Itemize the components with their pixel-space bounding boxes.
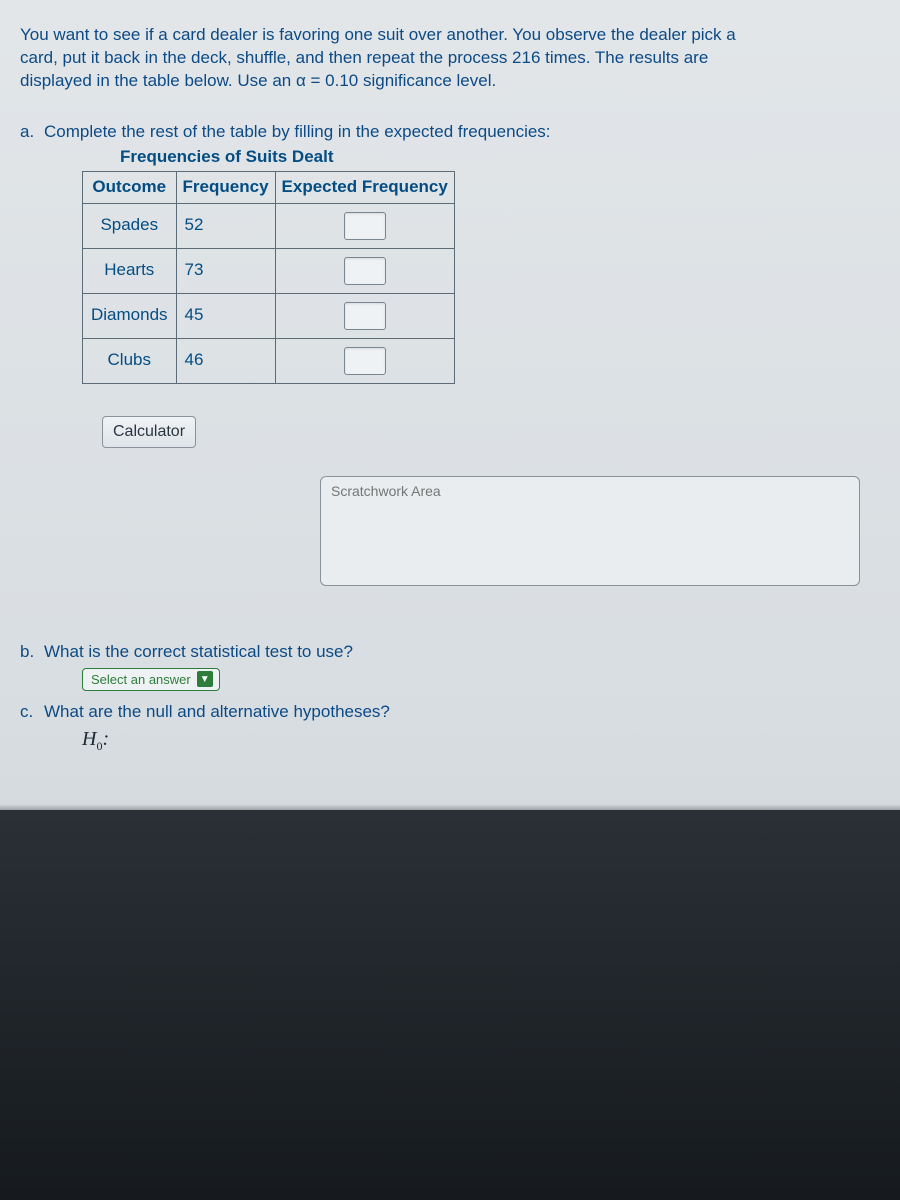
calculator-button[interactable]: Calculator xyxy=(102,416,196,448)
h0-label: H0: xyxy=(82,726,880,754)
cell-outcome: Diamonds xyxy=(83,293,177,338)
select-label: Select an answer xyxy=(91,671,191,689)
part-b: b. What is the correct statistical test … xyxy=(20,641,880,691)
part-b-prompt: What is the correct statistical test to … xyxy=(44,641,353,664)
expected-input-hearts[interactable] xyxy=(344,257,386,285)
cell-frequency: 45 xyxy=(176,293,275,338)
intro-line-2: card, put it back in the deck, shuffle, … xyxy=(20,48,708,67)
scratchwork-container xyxy=(320,476,860,593)
cell-frequency: 73 xyxy=(176,248,275,293)
expected-input-clubs[interactable] xyxy=(344,347,386,375)
cell-expected xyxy=(275,293,454,338)
part-a-prompt: Complete the rest of the table by fillin… xyxy=(44,121,551,144)
h0-h: H xyxy=(82,728,96,750)
col-expected: Expected Frequency xyxy=(275,171,454,203)
cell-frequency: 52 xyxy=(176,203,275,248)
h0-colon: : xyxy=(102,728,109,750)
table-header-row: Outcome Frequency Expected Frequency xyxy=(83,171,455,203)
cell-expected xyxy=(275,338,454,383)
part-c-header: c. What are the null and alternative hyp… xyxy=(20,701,880,724)
cell-frequency: 46 xyxy=(176,338,275,383)
part-c: c. What are the null and alternative hyp… xyxy=(20,701,880,754)
cell-expected xyxy=(275,248,454,293)
intro-line-3: displayed in the table below. Use an α =… xyxy=(20,71,496,90)
part-b-header: b. What is the correct statistical test … xyxy=(20,641,880,664)
table-row: Clubs 46 xyxy=(83,338,455,383)
expected-input-diamonds[interactable] xyxy=(344,302,386,330)
col-outcome: Outcome xyxy=(83,171,177,203)
intro-line-1: You want to see if a card dealer is favo… xyxy=(20,25,736,44)
test-select[interactable]: Select an answer ▼ xyxy=(82,668,220,692)
part-b-letter: b. xyxy=(20,641,38,664)
table-title: Frequencies of Suits Dealt xyxy=(120,146,880,169)
cell-expected xyxy=(275,203,454,248)
table-row: Diamonds 45 xyxy=(83,293,455,338)
chevron-down-icon: ▼ xyxy=(197,671,213,687)
expected-input-spades[interactable] xyxy=(344,212,386,240)
cell-outcome: Spades xyxy=(83,203,177,248)
part-a-header: a. Complete the rest of the table by fil… xyxy=(20,121,880,144)
part-c-prompt: What are the null and alternative hypoth… xyxy=(44,701,390,724)
scratchwork-textarea[interactable] xyxy=(320,476,860,586)
part-c-letter: c. xyxy=(20,701,38,724)
part-a-letter: a. xyxy=(20,121,38,144)
cell-outcome: Clubs xyxy=(83,338,177,383)
table-row: Hearts 73 xyxy=(83,248,455,293)
screen-bottom-area xyxy=(0,810,900,1200)
table-row: Spades 52 xyxy=(83,203,455,248)
cell-outcome: Hearts xyxy=(83,248,177,293)
frequency-table: Outcome Frequency Expected Frequency Spa… xyxy=(82,171,455,384)
problem-intro: You want to see if a card dealer is favo… xyxy=(20,24,880,93)
col-frequency: Frequency xyxy=(176,171,275,203)
